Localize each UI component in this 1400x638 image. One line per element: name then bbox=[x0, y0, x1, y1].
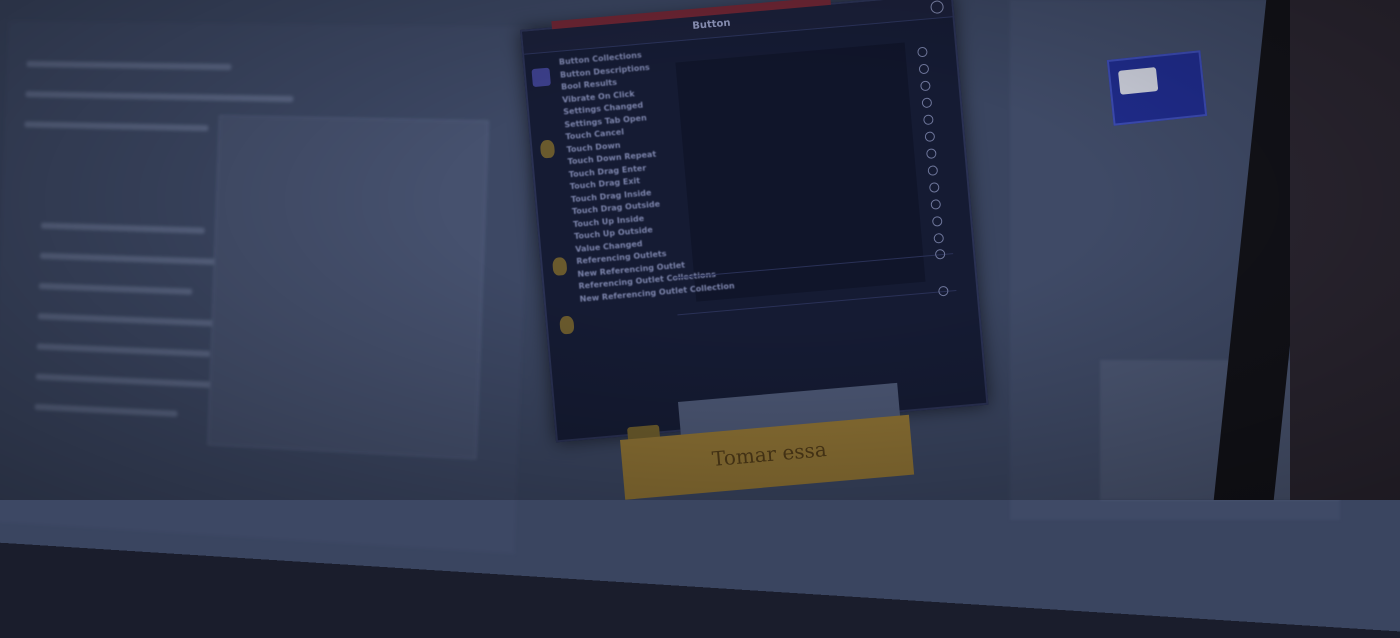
cube-icon bbox=[559, 315, 575, 335]
connection-circle-icon[interactable] bbox=[928, 182, 940, 193]
blurred-line bbox=[41, 222, 205, 234]
connection-circle-icon[interactable] bbox=[931, 215, 943, 227]
connection-circle-icon[interactable] bbox=[922, 114, 934, 126]
blurred-line bbox=[24, 121, 209, 132]
connection-circle-icon[interactable] bbox=[917, 46, 928, 58]
inspector-panel bbox=[207, 115, 489, 460]
connection-circle-icon[interactable] bbox=[937, 285, 949, 297]
connection-toggles bbox=[917, 46, 951, 251]
object-icon bbox=[531, 67, 551, 88]
connections-list: Button Collections Button Descriptions B… bbox=[558, 42, 749, 306]
connection-circle-icon[interactable] bbox=[919, 80, 931, 92]
popup-title: Button bbox=[691, 17, 731, 32]
blurred-line bbox=[26, 60, 232, 71]
view-thumbnail[interactable] bbox=[1106, 50, 1208, 126]
blurred-line bbox=[25, 91, 294, 103]
cube-icon bbox=[552, 256, 568, 277]
action-button-label[interactable]: Tomar essa bbox=[711, 437, 828, 471]
connection-circle-icon[interactable] bbox=[934, 248, 946, 260]
connection-circle-icon[interactable] bbox=[921, 97, 933, 109]
connections-popup: Button Button Collections Button Descrip… bbox=[520, 0, 989, 443]
desk-background bbox=[1290, 0, 1400, 500]
connection-circle-icon[interactable] bbox=[918, 63, 930, 75]
close-icon[interactable] bbox=[930, 0, 945, 15]
connection-circle-icon[interactable] bbox=[927, 165, 939, 176]
connection-circle-icon[interactable] bbox=[925, 148, 937, 160]
connection-circle-icon[interactable] bbox=[933, 232, 945, 244]
blurred-line bbox=[38, 282, 193, 295]
connection-circle-icon[interactable] bbox=[924, 131, 936, 143]
blurred-line bbox=[34, 403, 178, 417]
blurred-line bbox=[35, 373, 231, 389]
thumbnail-content bbox=[1118, 67, 1159, 95]
connection-circle-icon[interactable] bbox=[930, 199, 942, 210]
cube-icon bbox=[539, 139, 556, 159]
blurred-line bbox=[36, 343, 211, 358]
